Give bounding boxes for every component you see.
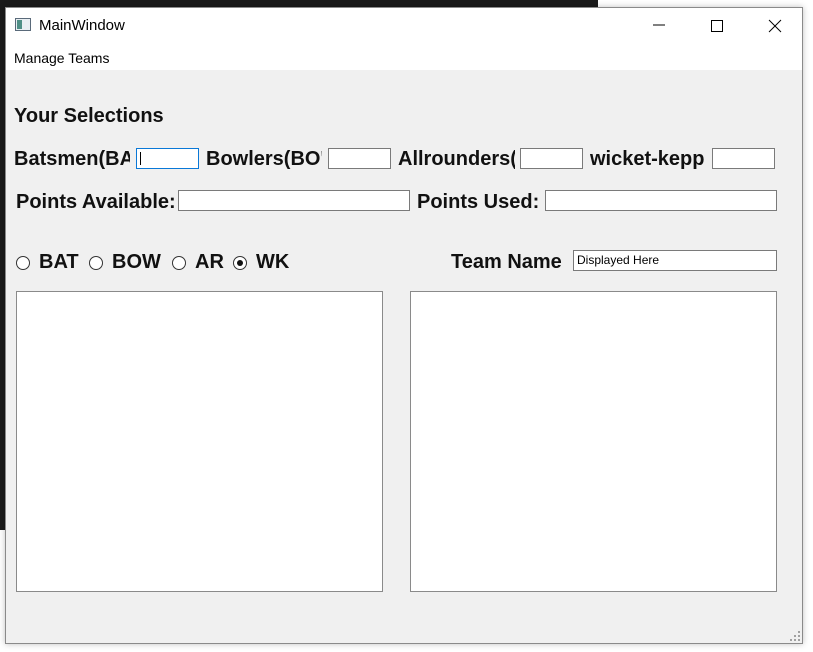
points-used-label: Points Used: (417, 191, 540, 213)
radio-bow-circle (89, 256, 103, 270)
main-window: MainWindow Manage Teams Your Selections … (5, 7, 803, 644)
radio-wk-label: WK (256, 251, 290, 273)
batsmen-label: Batsmen(BA (14, 148, 130, 170)
window-title: MainWindow (39, 17, 125, 34)
maximize-button[interactable] (688, 8, 746, 42)
title-bar[interactable]: MainWindow (6, 8, 802, 42)
bowlers-count-input[interactable] (328, 148, 391, 169)
central-widget: Your Selections Batsmen(BA Bowlers(BO' A… (6, 70, 802, 643)
radio-wk-circle (233, 256, 247, 270)
allrounders-label: Allrounders( (398, 148, 515, 170)
selected-players-list[interactable] (410, 291, 777, 592)
allrounders-count-input[interactable] (520, 148, 583, 169)
radio-bat-label: BAT (39, 251, 79, 273)
menu-bar: Manage Teams (6, 42, 802, 70)
radio-wk-selected-dot (237, 260, 243, 266)
team-name-value: Displayed Here (577, 253, 660, 267)
app-icon (15, 18, 31, 31)
close-button[interactable] (746, 8, 804, 42)
size-grip[interactable] (790, 631, 800, 641)
radio-ar-label: AR (195, 251, 224, 273)
menu-manage-teams[interactable]: Manage Teams (14, 50, 109, 66)
bowlers-label: Bowlers(BO' (206, 148, 322, 170)
text-caret (140, 152, 141, 165)
points-available-label: Points Available: (16, 191, 176, 213)
maximize-icon (711, 20, 723, 32)
minimize-button[interactable] (630, 8, 688, 42)
team-name-input[interactable]: Displayed Here (573, 250, 777, 271)
selections-heading: Your Selections (14, 105, 164, 127)
radio-bow-label: BOW (112, 251, 161, 273)
radio-bat-circle (16, 256, 30, 270)
points-available-input[interactable] (178, 190, 410, 211)
wicketkeepers-label: wicket-kepp (590, 148, 705, 170)
points-used-input[interactable] (545, 190, 777, 211)
close-icon (768, 19, 782, 33)
radio-ar-circle (172, 256, 186, 270)
batsmen-count-input[interactable] (136, 148, 199, 169)
team-name-label: Team Name (451, 251, 562, 273)
available-players-list[interactable] (16, 291, 383, 592)
wicketkeepers-count-input[interactable] (712, 148, 775, 169)
minimize-icon (653, 24, 665, 26)
